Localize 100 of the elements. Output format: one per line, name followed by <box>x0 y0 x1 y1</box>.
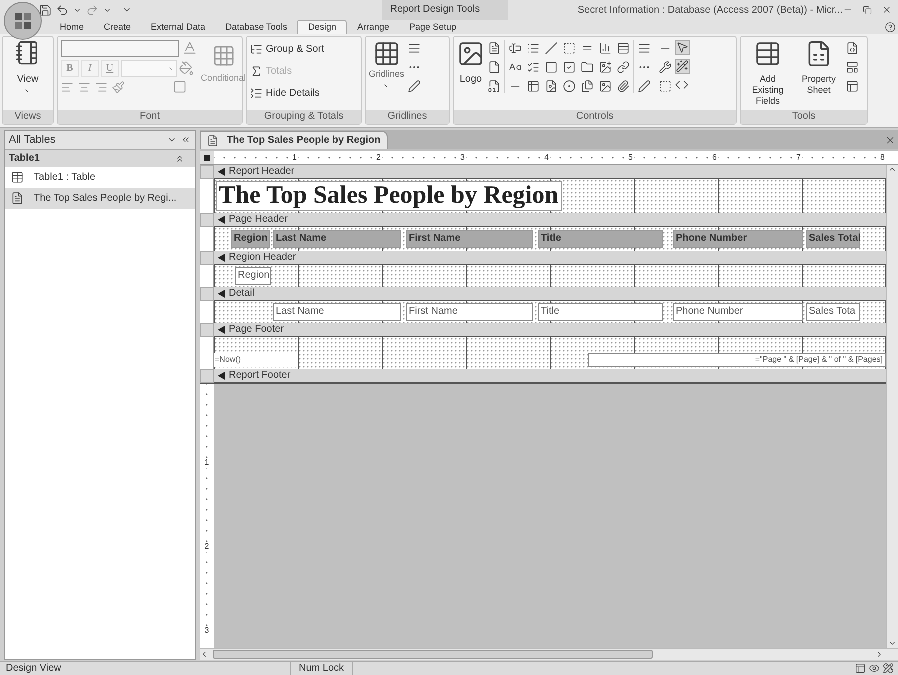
save-icon[interactable] <box>39 4 52 16</box>
text-box[interactable]: Last Name <box>273 303 401 321</box>
caret-icon[interactable] <box>24 87 32 95</box>
column-label[interactable]: Sales Total <box>806 230 860 248</box>
section-bar[interactable]: Page Footer <box>214 323 886 337</box>
folder-icon[interactable] <box>581 61 594 74</box>
text-box[interactable]: Title <box>538 303 663 321</box>
ribbon-tab[interactable]: Design <box>297 20 348 34</box>
font-color-icon[interactable] <box>182 40 198 56</box>
bar-chart-icon[interactable] <box>599 42 612 55</box>
gridlines-button[interactable]: Gridlines <box>369 40 405 90</box>
ribbon-tab[interactable]: External Data <box>141 20 216 34</box>
layout-icon[interactable] <box>846 80 859 93</box>
collapse-icon[interactable] <box>175 154 185 164</box>
collapse-pane-icon[interactable] <box>181 135 191 145</box>
image-icon[interactable] <box>599 61 612 74</box>
link-icon[interactable] <box>617 61 630 74</box>
text-box[interactable]: Region <box>235 267 271 285</box>
code-icon[interactable] <box>675 78 689 92</box>
report-selector[interactable] <box>204 154 210 160</box>
pen-icon[interactable] <box>408 80 421 93</box>
expression-box[interactable]: ="Page " & [Page] & " of " & [Pages] <box>588 353 886 367</box>
wand-icon[interactable] <box>675 59 690 74</box>
design-grid[interactable]: Last Name First Name Title Phone Number Sales Tota <box>214 301 886 323</box>
section-bar[interactable]: Region Header <box>214 251 886 265</box>
ribbon-tab[interactable]: Create <box>94 20 142 34</box>
image-icon[interactable] <box>599 80 612 93</box>
undo-icon[interactable] <box>56 4 70 16</box>
line-icon[interactable] <box>545 42 558 55</box>
ribbon-tab[interactable]: Page Setup <box>399 20 467 34</box>
ribbon-button[interactable]: Property Sheet <box>795 40 843 96</box>
design-grid[interactable]: The Top Sales People by Region <box>214 179 886 213</box>
text-box[interactable]: Phone Number <box>673 303 803 321</box>
section-bar[interactable]: Detail <box>214 287 886 301</box>
paperclip-icon[interactable] <box>617 80 630 93</box>
pages-icon[interactable] <box>581 80 594 93</box>
view-button[interactable]: View <box>6 40 50 95</box>
design-grid[interactable]: =Now() ="Page " & [Page] & " of " & [Pages] <box>214 337 886 369</box>
layout-view-icon[interactable] <box>855 663 866 674</box>
scroll-up-icon[interactable] <box>888 165 897 174</box>
checklist-icon[interactable] <box>527 61 540 74</box>
logo-button[interactable]: Logo <box>457 40 485 87</box>
layout-icon[interactable] <box>846 61 859 74</box>
checkbox-icon[interactable] <box>563 61 576 74</box>
table-icon[interactable] <box>754 40 782 68</box>
page-icon[interactable] <box>488 61 501 74</box>
navigation-item[interactable]: The Top Sales People by Regi... <box>5 188 195 209</box>
dashed-square-icon[interactable] <box>563 42 576 55</box>
scroll-down-icon[interactable] <box>888 639 897 648</box>
expression-box[interactable]: =Now() <box>214 353 298 367</box>
collapse-list-icon[interactable] <box>250 87 263 100</box>
ribbon-button[interactable]: Hide Details <box>250 84 324 103</box>
ribbon-button[interactable]: Group & Sort <box>250 40 324 59</box>
scroll-thumb[interactable] <box>213 650 653 659</box>
square-icon[interactable] <box>545 61 558 74</box>
design-grid[interactable]: Region Last Name First Name Title Phone Number Sales Total <box>214 227 886 251</box>
column-label[interactable]: Phone Number <box>673 230 803 248</box>
restore-icon[interactable] <box>863 6 872 14</box>
section-bar[interactable]: Report Footer <box>214 369 886 383</box>
document-icon[interactable] <box>488 42 501 55</box>
wrench-icon[interactable] <box>659 61 672 74</box>
design-view-icon[interactable] <box>883 663 894 674</box>
radio-icon[interactable] <box>563 80 576 93</box>
navigation-group[interactable]: Table1 <box>5 150 195 167</box>
text-cursor-icon[interactable] <box>509 42 522 55</box>
lines-icon[interactable] <box>408 42 421 55</box>
close-icon[interactable] <box>885 135 896 146</box>
document-tab[interactable]: The Top Sales People by Region <box>200 131 388 149</box>
pen-icon[interactable] <box>638 80 651 93</box>
rows-icon[interactable] <box>617 42 630 55</box>
image-icon[interactable] <box>457 40 485 68</box>
section-bar[interactable]: Report Header <box>214 165 886 179</box>
text-box[interactable]: First Name <box>406 303 533 321</box>
scroll-left-icon[interactable] <box>200 650 209 659</box>
column-label[interactable]: Last Name <box>273 230 401 248</box>
table-icon[interactable] <box>527 80 540 93</box>
ribbon-tab[interactable]: Home <box>50 20 94 34</box>
close-icon[interactable] <box>882 5 892 15</box>
column-label[interactable]: Title <box>538 230 663 248</box>
report-title[interactable]: The Top Sales People by Region <box>216 181 562 211</box>
text-box[interactable]: Sales Tota <box>806 303 860 321</box>
page-number-icon[interactable] <box>488 80 501 93</box>
horizontal-scrollbar[interactable] <box>200 648 898 660</box>
preview-icon[interactable] <box>869 663 880 674</box>
vertical-scrollbar[interactable] <box>886 165 898 648</box>
column-label[interactable]: First Name <box>406 230 533 248</box>
navigation-header[interactable]: All Tables <box>5 131 195 150</box>
design-grid[interactable]: Region <box>214 265 886 287</box>
ribbon-button[interactable]: Add Existing Fields <box>744 40 792 107</box>
column-label[interactable]: Region <box>231 230 270 248</box>
tree-list-icon[interactable] <box>250 43 263 56</box>
scroll-right-icon[interactable] <box>875 650 884 659</box>
code-file-icon[interactable] <box>846 42 859 55</box>
section-bar[interactable]: Page Header <box>214 213 886 227</box>
font-size-field[interactable] <box>121 60 177 77</box>
ribbon-tab[interactable]: Arrange <box>347 20 400 34</box>
help-icon[interactable] <box>885 22 896 33</box>
dashed-square-icon[interactable] <box>659 80 672 93</box>
grid-icon[interactable] <box>372 40 401 68</box>
lines-icon[interactable] <box>638 42 651 55</box>
